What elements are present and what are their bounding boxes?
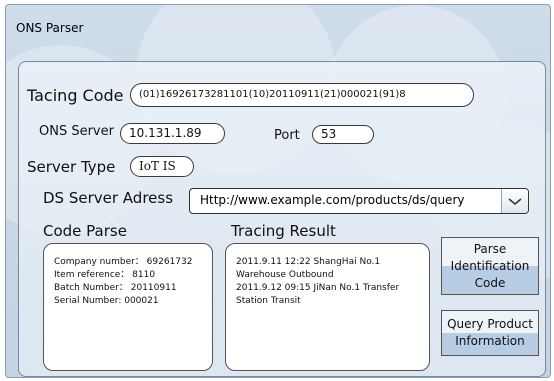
- server-type-input[interactable]: IoT IS: [130, 156, 194, 177]
- ds-server-dropdown[interactable]: Http://www.example.com/products/ds/query: [189, 188, 529, 214]
- tracing-result-row: Warehouse Outbound: [236, 270, 334, 280]
- code-parse-row: Batch Number： 20110911: [54, 283, 177, 293]
- parse-identification-code-button[interactable]: Parse Identification Code: [441, 237, 539, 295]
- ds-server-value: Http://www.example.com/products/ds/query: [200, 193, 465, 207]
- port-input[interactable]: 53: [312, 125, 374, 144]
- tracing-result-row: 2011.9.11 12:22 ShangHai No.1: [236, 257, 381, 267]
- chevron-down-icon: [508, 198, 522, 205]
- tracing-result-row: 2011.9.12 09:15 JiNan No.1 Transfer: [236, 283, 400, 293]
- dropdown-toggle[interactable]: [501, 189, 528, 213]
- tracing-result-row: Station Transit: [236, 296, 301, 306]
- tracing-code-input[interactable]: (01)16926173281101(10)20110911(21)000021…: [130, 83, 474, 107]
- tracing-result-title: Tracing Result: [231, 222, 336, 240]
- query-button-line: Query Product: [447, 317, 533, 331]
- query-product-information-button[interactable]: Query Product Information: [441, 310, 539, 356]
- ds-server-label: DS Server Adress: [43, 189, 174, 207]
- server-type-label: Server Type: [27, 158, 116, 176]
- code-parse-row: Item reference： 8110: [54, 270, 156, 280]
- app-window: ONS Parser Tacing Code (01)1692617328110…: [5, 4, 551, 378]
- main-panel: Tacing Code (01)16926173281101(10)201109…: [18, 61, 546, 377]
- code-parse-panel: Company number： 69261732 Item reference：…: [43, 243, 213, 371]
- query-button-line: Information: [455, 334, 525, 348]
- parse-button-line: Identification: [450, 259, 530, 273]
- ons-server-label: ONS Server: [39, 124, 114, 139]
- window-title: ONS Parser: [16, 21, 84, 35]
- ons-server-input[interactable]: 10.131.1.89: [120, 123, 225, 144]
- tracing-result-panel: 2011.9.11 12:22 ShangHai No.1 Warehouse …: [225, 243, 430, 371]
- port-label: Port: [274, 128, 300, 143]
- parse-button-line: Parse: [473, 242, 507, 256]
- parse-button-line: Code: [474, 276, 506, 290]
- tracing-code-label: Tacing Code: [27, 86, 124, 105]
- code-parse-row: Company number： 69261732: [54, 257, 193, 267]
- code-parse-row: Serial Number: 000021: [54, 296, 159, 306]
- code-parse-title: Code Parse: [43, 222, 127, 240]
- title-bar: ONS Parser: [6, 5, 550, 45]
